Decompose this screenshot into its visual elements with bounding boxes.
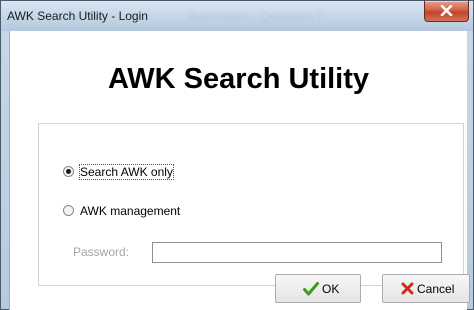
login-options-group: Search AWK only AWK management Password: bbox=[38, 123, 464, 286]
background-window-title: Automation - Quotation T bbox=[189, 9, 323, 23]
ok-label: OK bbox=[322, 282, 340, 296]
title-bar[interactable]: AWK Search Utility - Login Automation - … bbox=[1, 1, 473, 31]
cross-icon bbox=[401, 282, 414, 295]
password-field[interactable] bbox=[152, 242, 442, 263]
ok-button[interactable]: OK bbox=[275, 274, 361, 303]
password-label: Password: bbox=[73, 245, 130, 259]
close-button[interactable] bbox=[424, 1, 469, 22]
window-title: AWK Search Utility - Login bbox=[7, 9, 148, 23]
radio-label[interactable]: AWK management bbox=[80, 204, 180, 218]
cancel-button[interactable]: Cancel bbox=[382, 274, 470, 303]
cancel-label: Cancel bbox=[417, 282, 455, 296]
checkmark-icon bbox=[303, 282, 319, 296]
close-icon bbox=[440, 5, 453, 16]
radio-dot bbox=[66, 169, 71, 174]
login-window: AWK Search Utility - Login Automation - … bbox=[0, 0, 474, 310]
radio-button[interactable] bbox=[63, 205, 74, 216]
app-heading: AWK Search Utility bbox=[107, 63, 370, 95]
radio-label[interactable]: Search AWK only bbox=[79, 164, 174, 180]
dialog-body: AWK Search Utility Search AWK only AWK m… bbox=[9, 31, 470, 310]
radio-button-selected[interactable] bbox=[63, 166, 74, 177]
